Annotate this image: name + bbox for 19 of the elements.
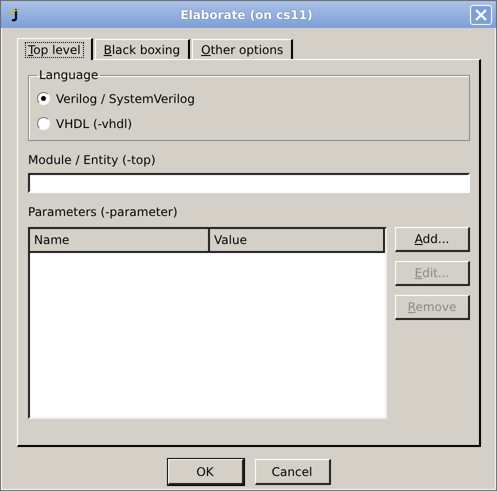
tab[interactable]: Top level (17, 38, 93, 60)
side-button[interactable]: Add... (395, 227, 470, 252)
tab[interactable]: Black boxing (94, 39, 190, 59)
column-header[interactable]: Name (30, 229, 210, 251)
radio-label: VHDL (-vhdl) (56, 116, 132, 130)
window-title: Elaborate (on cs11) (179, 8, 314, 22)
dialog-button[interactable]: Cancel (254, 459, 330, 485)
dialog-button[interactable]: OK (168, 459, 244, 485)
radio-button[interactable] (37, 92, 50, 105)
group-title: Language (38, 68, 100, 82)
table-label: Parameters (-parameter) (28, 205, 179, 221)
close-button[interactable] (470, 4, 492, 24)
radio-label: Verilog / SystemVerilog (56, 92, 195, 106)
radio-button[interactable] (37, 117, 50, 130)
close-icon (474, 8, 488, 22)
tab[interactable]: Other options (192, 39, 294, 59)
field-label: Module / Entity (-top) (28, 153, 157, 169)
column-header[interactable]: Value (210, 229, 385, 251)
input-field[interactable] (28, 173, 470, 193)
